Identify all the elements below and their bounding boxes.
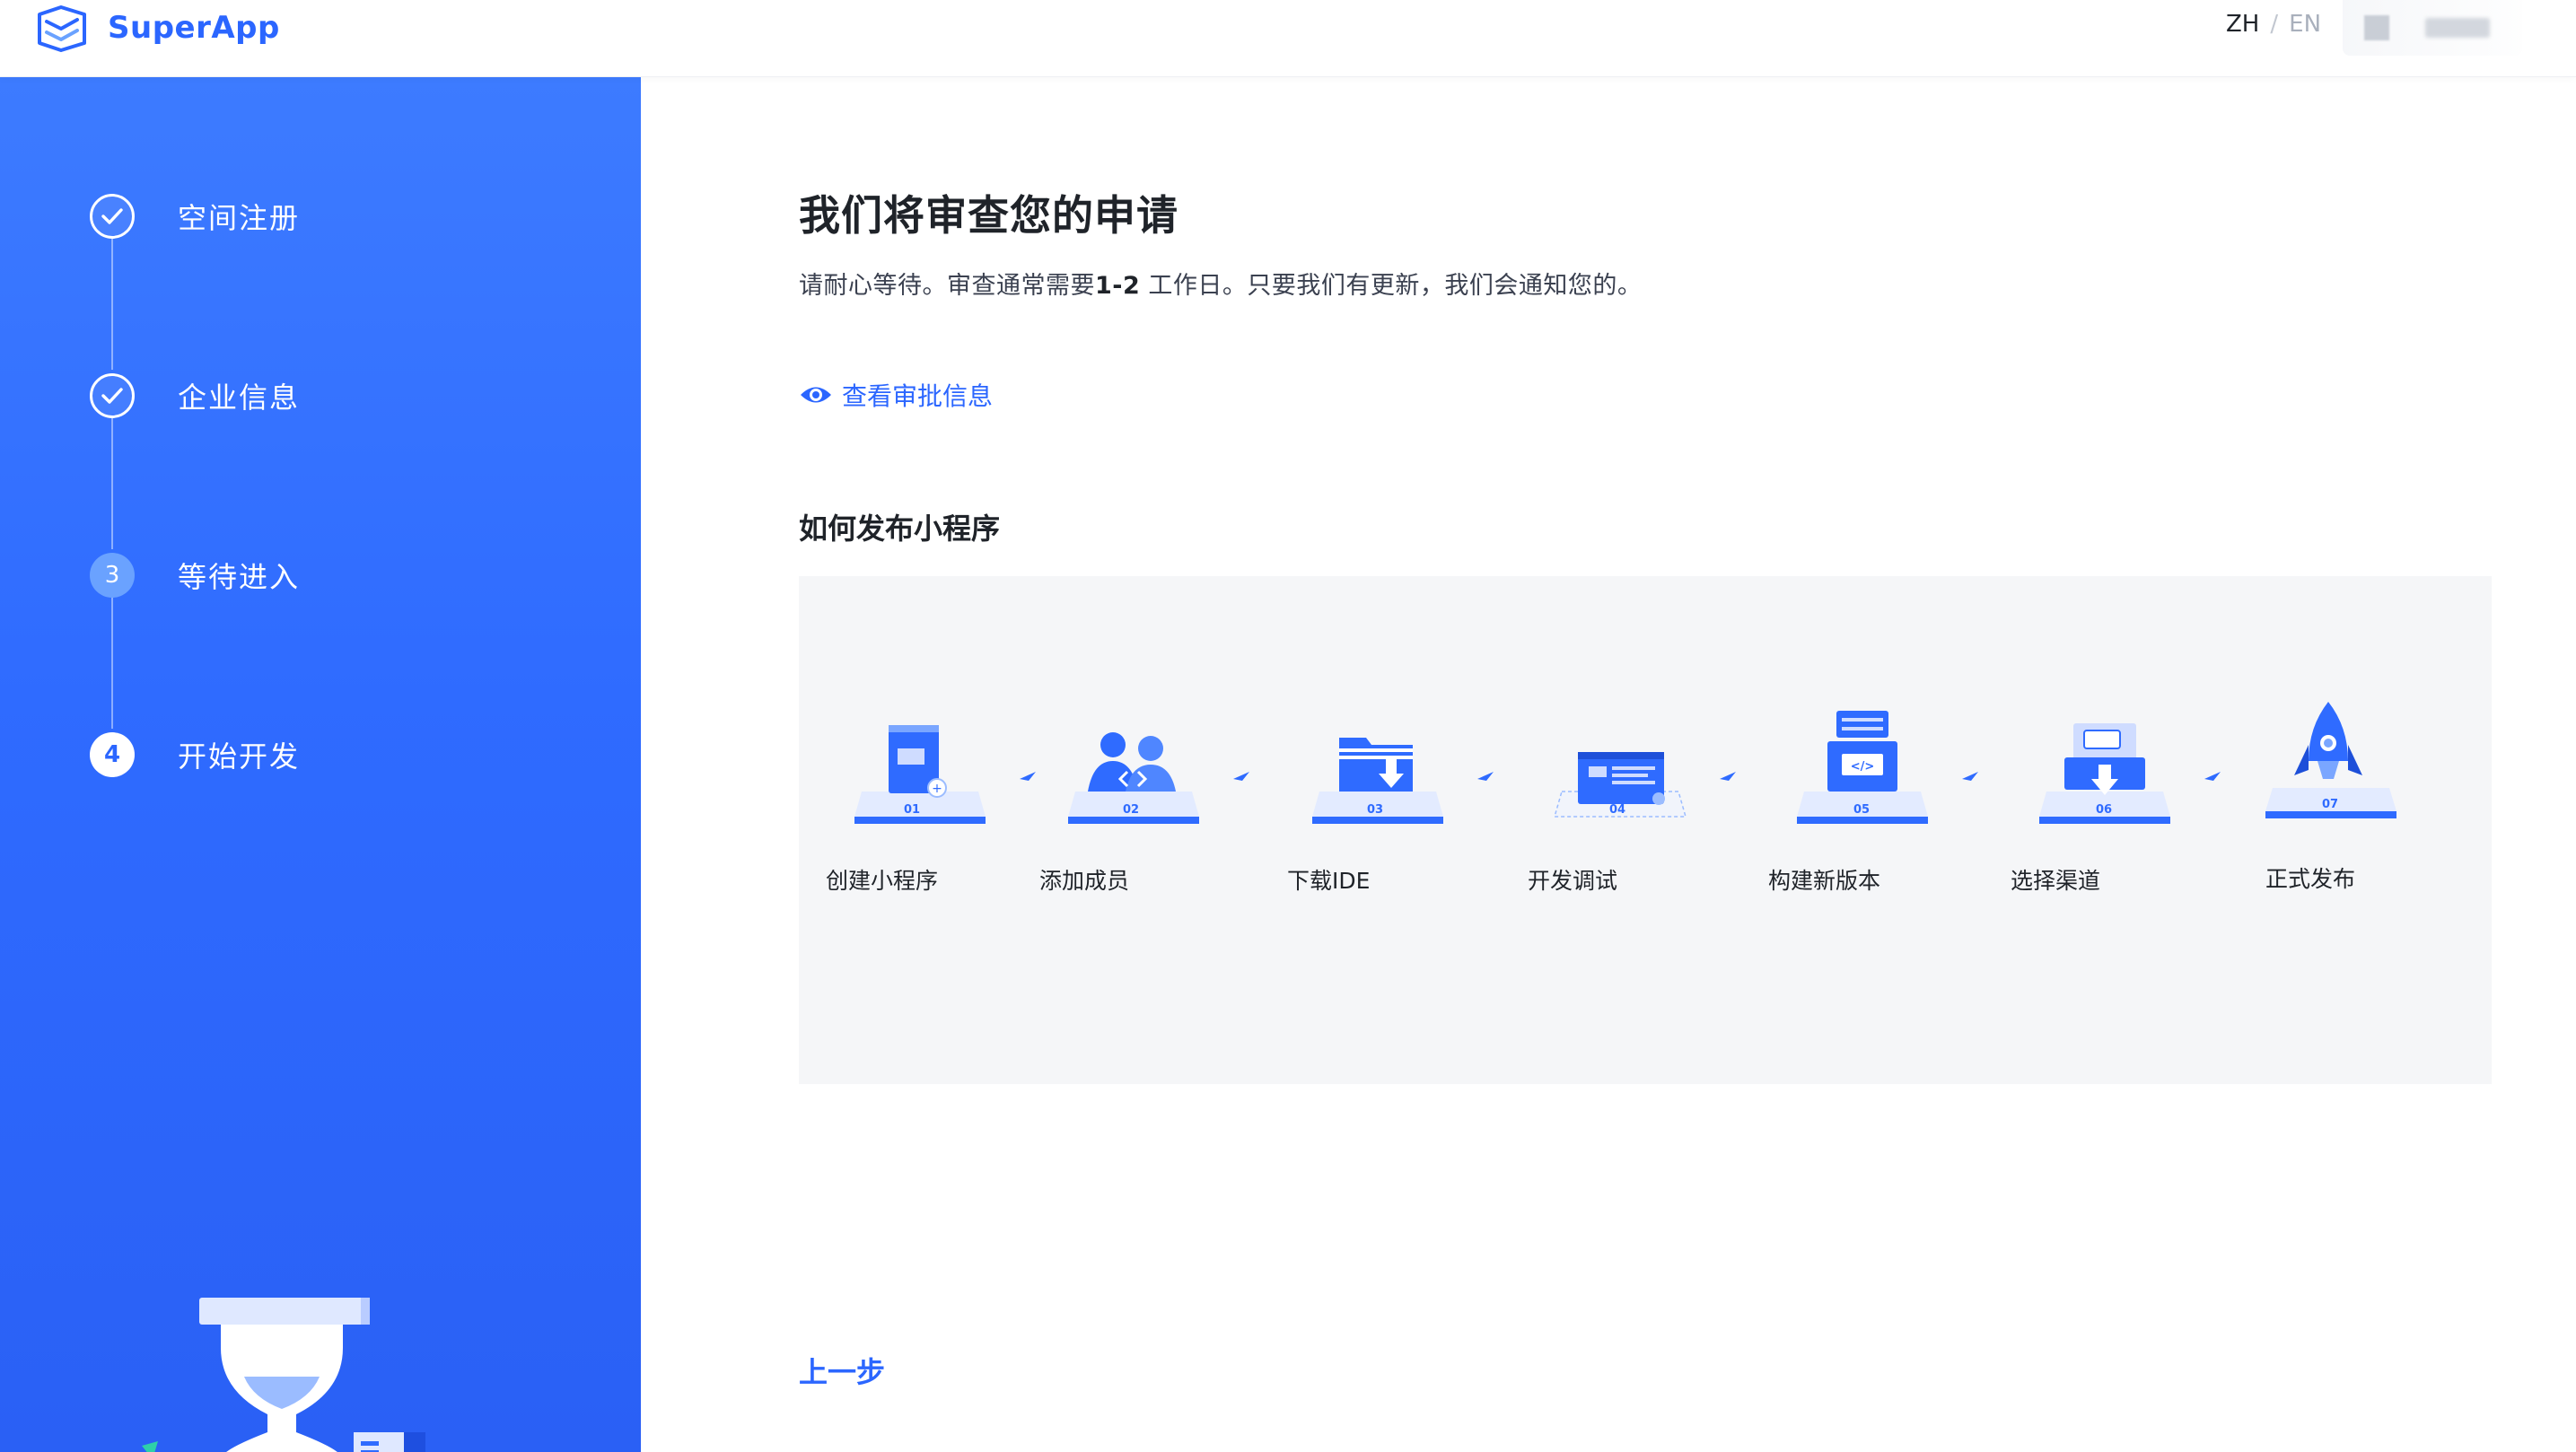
- process-step-label: 正式发布: [2265, 866, 2356, 892]
- avatar: [2364, 15, 2389, 40]
- process-step-label: 构建新版本: [1768, 868, 1881, 894]
- app-name: SuperApp: [108, 10, 280, 46]
- arrow-right-icon: [1477, 772, 1494, 781]
- process-step-select-channel: 06 选择渠道: [2011, 702, 2221, 998]
- process-step-label: 开发调试: [1528, 868, 1618, 894]
- create-miniprogram-icon: + 01: [854, 725, 986, 824]
- arrow-right-icon: [2204, 772, 2221, 781]
- arrow-right-icon: [1020, 772, 1036, 781]
- arrow-right-icon: [1233, 772, 1249, 781]
- arrow-right-icon: [1720, 772, 1736, 781]
- top-header: SuperApp ZH / EN: [0, 0, 2576, 77]
- add-members-icon: 02: [1068, 732, 1199, 824]
- language-switcher: ZH / EN: [2226, 11, 2321, 38]
- subtitle-text-before: 请耐心等待。审查通常需要: [799, 272, 1095, 300]
- arrow-right-icon: [1962, 772, 1978, 781]
- svg-text:</>: </>: [1851, 760, 1875, 774]
- process-step-label: 添加成员: [1039, 868, 1130, 894]
- select-channel-icon: 06: [2039, 723, 2170, 824]
- step-connector: [111, 598, 113, 729]
- step-item-space-register: 空间注册: [90, 194, 300, 239]
- process-step-number: 04: [1609, 803, 1625, 817]
- svg-text:+: +: [932, 782, 942, 796]
- process-step-download-ide: 03 下载IDE: [1284, 702, 1494, 998]
- build-version-icon: </> 05: [1797, 711, 1928, 824]
- user-menu[interactable]: [2343, 0, 2522, 56]
- process-step-label: 选择渠道: [2011, 868, 2101, 894]
- step-label: 等待进入: [178, 560, 301, 594]
- eye-icon: [801, 387, 831, 403]
- rocket-release-icon: 07: [2265, 702, 2396, 818]
- page-title: 我们将审查您的申请: [799, 191, 1178, 240]
- page-subtitle: 请耐心等待。审查通常需要1-2 工作日。只要我们有更新，我们会通知您的。: [799, 266, 1642, 301]
- view-approval-info-label: 查看审批信息: [842, 381, 994, 411]
- step-number-badge: 3: [90, 553, 135, 598]
- step-number-badge: 4: [90, 732, 135, 777]
- process-step-number: 05: [1853, 803, 1870, 817]
- publish-process-panel: + 01 创建小程序 02 添加成员 03 下载IDE 04 开发调试 </> …: [799, 576, 2492, 1084]
- step-label: 企业信息: [178, 380, 301, 415]
- step-label: 开始开发: [178, 739, 301, 774]
- subtitle-text-after: 工作日。只要我们有更新，我们会通知您的。: [1140, 272, 1643, 300]
- hourglass-illustration-icon: [142, 1298, 425, 1452]
- process-step-create: + 01 创建小程序: [826, 702, 1036, 998]
- dev-debug-icon: 04: [1554, 752, 1687, 818]
- process-step-release: 07 正式发布: [2237, 702, 2416, 998]
- prev-step-button[interactable]: 上一步: [799, 1350, 885, 1391]
- username-redacted: [2425, 18, 2490, 38]
- step-item-company-info: 企业信息: [90, 373, 300, 418]
- process-step-number: 06: [2096, 803, 2112, 817]
- process-step-number: 01: [904, 803, 920, 817]
- view-approval-info-link[interactable]: 查看审批信息: [799, 377, 993, 413]
- publish-guide-title: 如何发布小程序: [799, 512, 1001, 546]
- process-step-build-version: </> 05 构建新版本: [1768, 702, 1978, 998]
- download-ide-icon: 03: [1312, 738, 1443, 824]
- process-step-label: 下载IDE: [1287, 868, 1371, 894]
- process-step-dev-debug: 04 开发调试: [1526, 702, 1736, 998]
- process-step-number: 02: [1123, 803, 1139, 817]
- subtitle-duration: 1-2: [1095, 272, 1141, 300]
- lang-separator: /: [2270, 11, 2279, 38]
- step-item-start-dev: 4 开始开发: [90, 732, 300, 777]
- step-connector: [111, 239, 113, 370]
- app-logo[interactable]: SuperApp: [34, 0, 280, 56]
- main-content: 我们将审查您的申请 请耐心等待。审查通常需要1-2 工作日。只要我们有更新，我们…: [641, 77, 2576, 1452]
- process-step-number: 03: [1367, 803, 1383, 817]
- step-item-waiting: 3 等待进入: [90, 553, 300, 598]
- lang-zh-option[interactable]: ZH: [2226, 11, 2259, 38]
- process-step-number: 07: [2322, 798, 2338, 811]
- lang-en-option[interactable]: EN: [2289, 11, 2321, 38]
- process-step-label: 创建小程序: [826, 868, 939, 894]
- step-label: 空间注册: [178, 201, 301, 235]
- step-connector: [111, 418, 113, 549]
- check-circle-icon: [90, 194, 135, 239]
- steps-sidebar: 空间注册 企业信息 3 等待进入 4 开始开发: [0, 77, 641, 1452]
- process-step-add-members: 02 添加成员: [1039, 702, 1249, 998]
- superapp-logo-icon: [38, 5, 86, 52]
- check-circle-icon: [90, 373, 135, 418]
